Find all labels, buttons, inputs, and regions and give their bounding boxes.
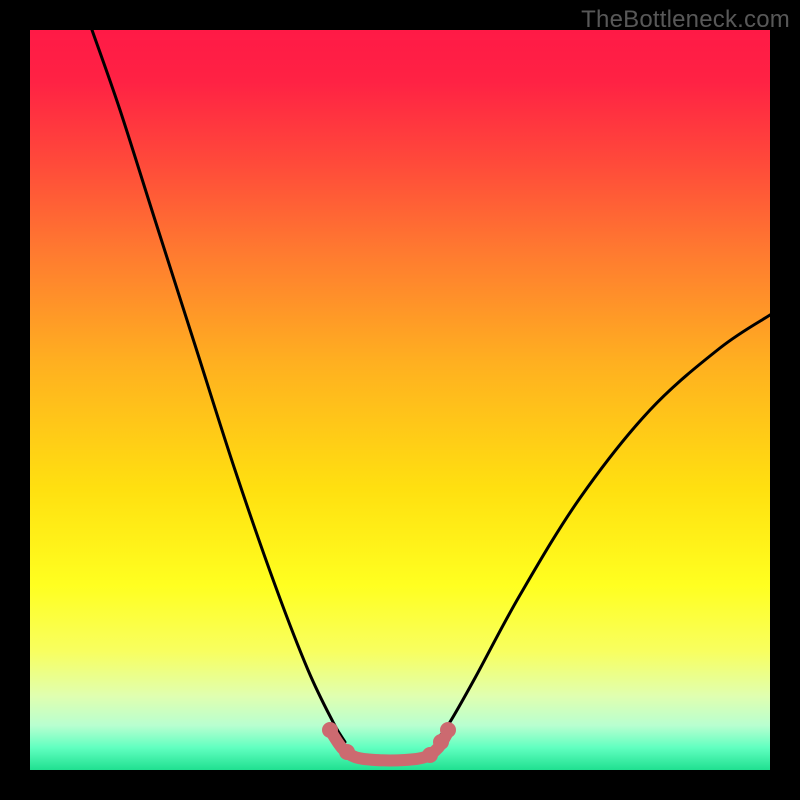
- trough-dot: [422, 747, 438, 763]
- watermark-text: TheBottleneck.com: [581, 6, 790, 34]
- trough-dot: [440, 722, 456, 738]
- trough-dot: [339, 744, 355, 760]
- plot-area: [30, 30, 770, 770]
- chart-frame: TheBottleneck.com: [0, 0, 800, 800]
- trough-dot: [322, 722, 338, 738]
- chart-svg: [30, 30, 770, 770]
